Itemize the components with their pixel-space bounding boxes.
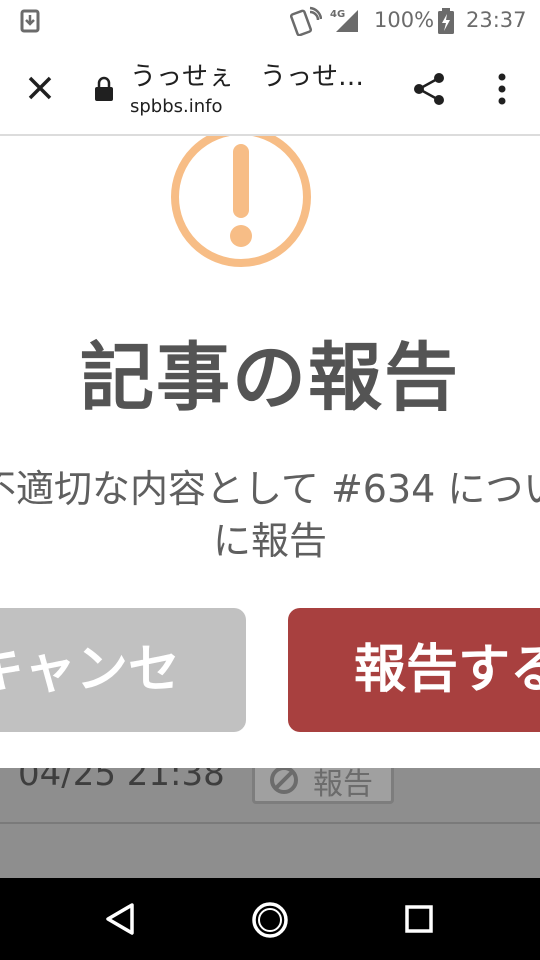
status-bar: 4G 100% 23:37 [0, 0, 540, 42]
signal-icon: 4G [330, 9, 358, 32]
page-url: spbbs.info [130, 96, 223, 117]
divider [0, 822, 540, 824]
dialog-message-line2: に報告 [212, 519, 327, 563]
more-vert-icon[interactable] [490, 70, 514, 108]
warning-icon [171, 136, 311, 267]
home-icon[interactable] [250, 900, 290, 940]
confirm-report-button[interactable]: 報告する [288, 608, 540, 732]
back-icon[interactable] [104, 902, 136, 936]
share-icon[interactable] [410, 70, 448, 108]
prohibited-icon [270, 766, 298, 794]
navigation-bar [0, 878, 540, 960]
nfc-icon [290, 6, 322, 36]
recents-icon[interactable] [404, 904, 434, 934]
cancel-button[interactable]: キャンセル [0, 608, 246, 768]
post-footer: 04/25 21:38 報告 [0, 754, 540, 878]
battery-percent: 100% [374, 8, 435, 32]
dialog-title: 記事の報告 [80, 335, 460, 421]
battery-charging-icon [438, 8, 454, 34]
report-dialog: 記事の報告 不適切な内容として #634 について運 に報告 キャンセル 報告す… [0, 136, 540, 768]
lock-icon [95, 76, 113, 101]
custom-tab-toolbar: うっせぇ うっせ… spbbs.info [0, 42, 540, 136]
clock: 23:37 [466, 8, 527, 32]
dialog-message-line1: 不適切な内容として #634 について運 [0, 467, 540, 511]
page-title: うっせぇ うっせ… [130, 62, 365, 92]
network-type: 4G [330, 9, 345, 20]
download-icon [20, 9, 40, 33]
close-icon[interactable] [22, 70, 58, 106]
